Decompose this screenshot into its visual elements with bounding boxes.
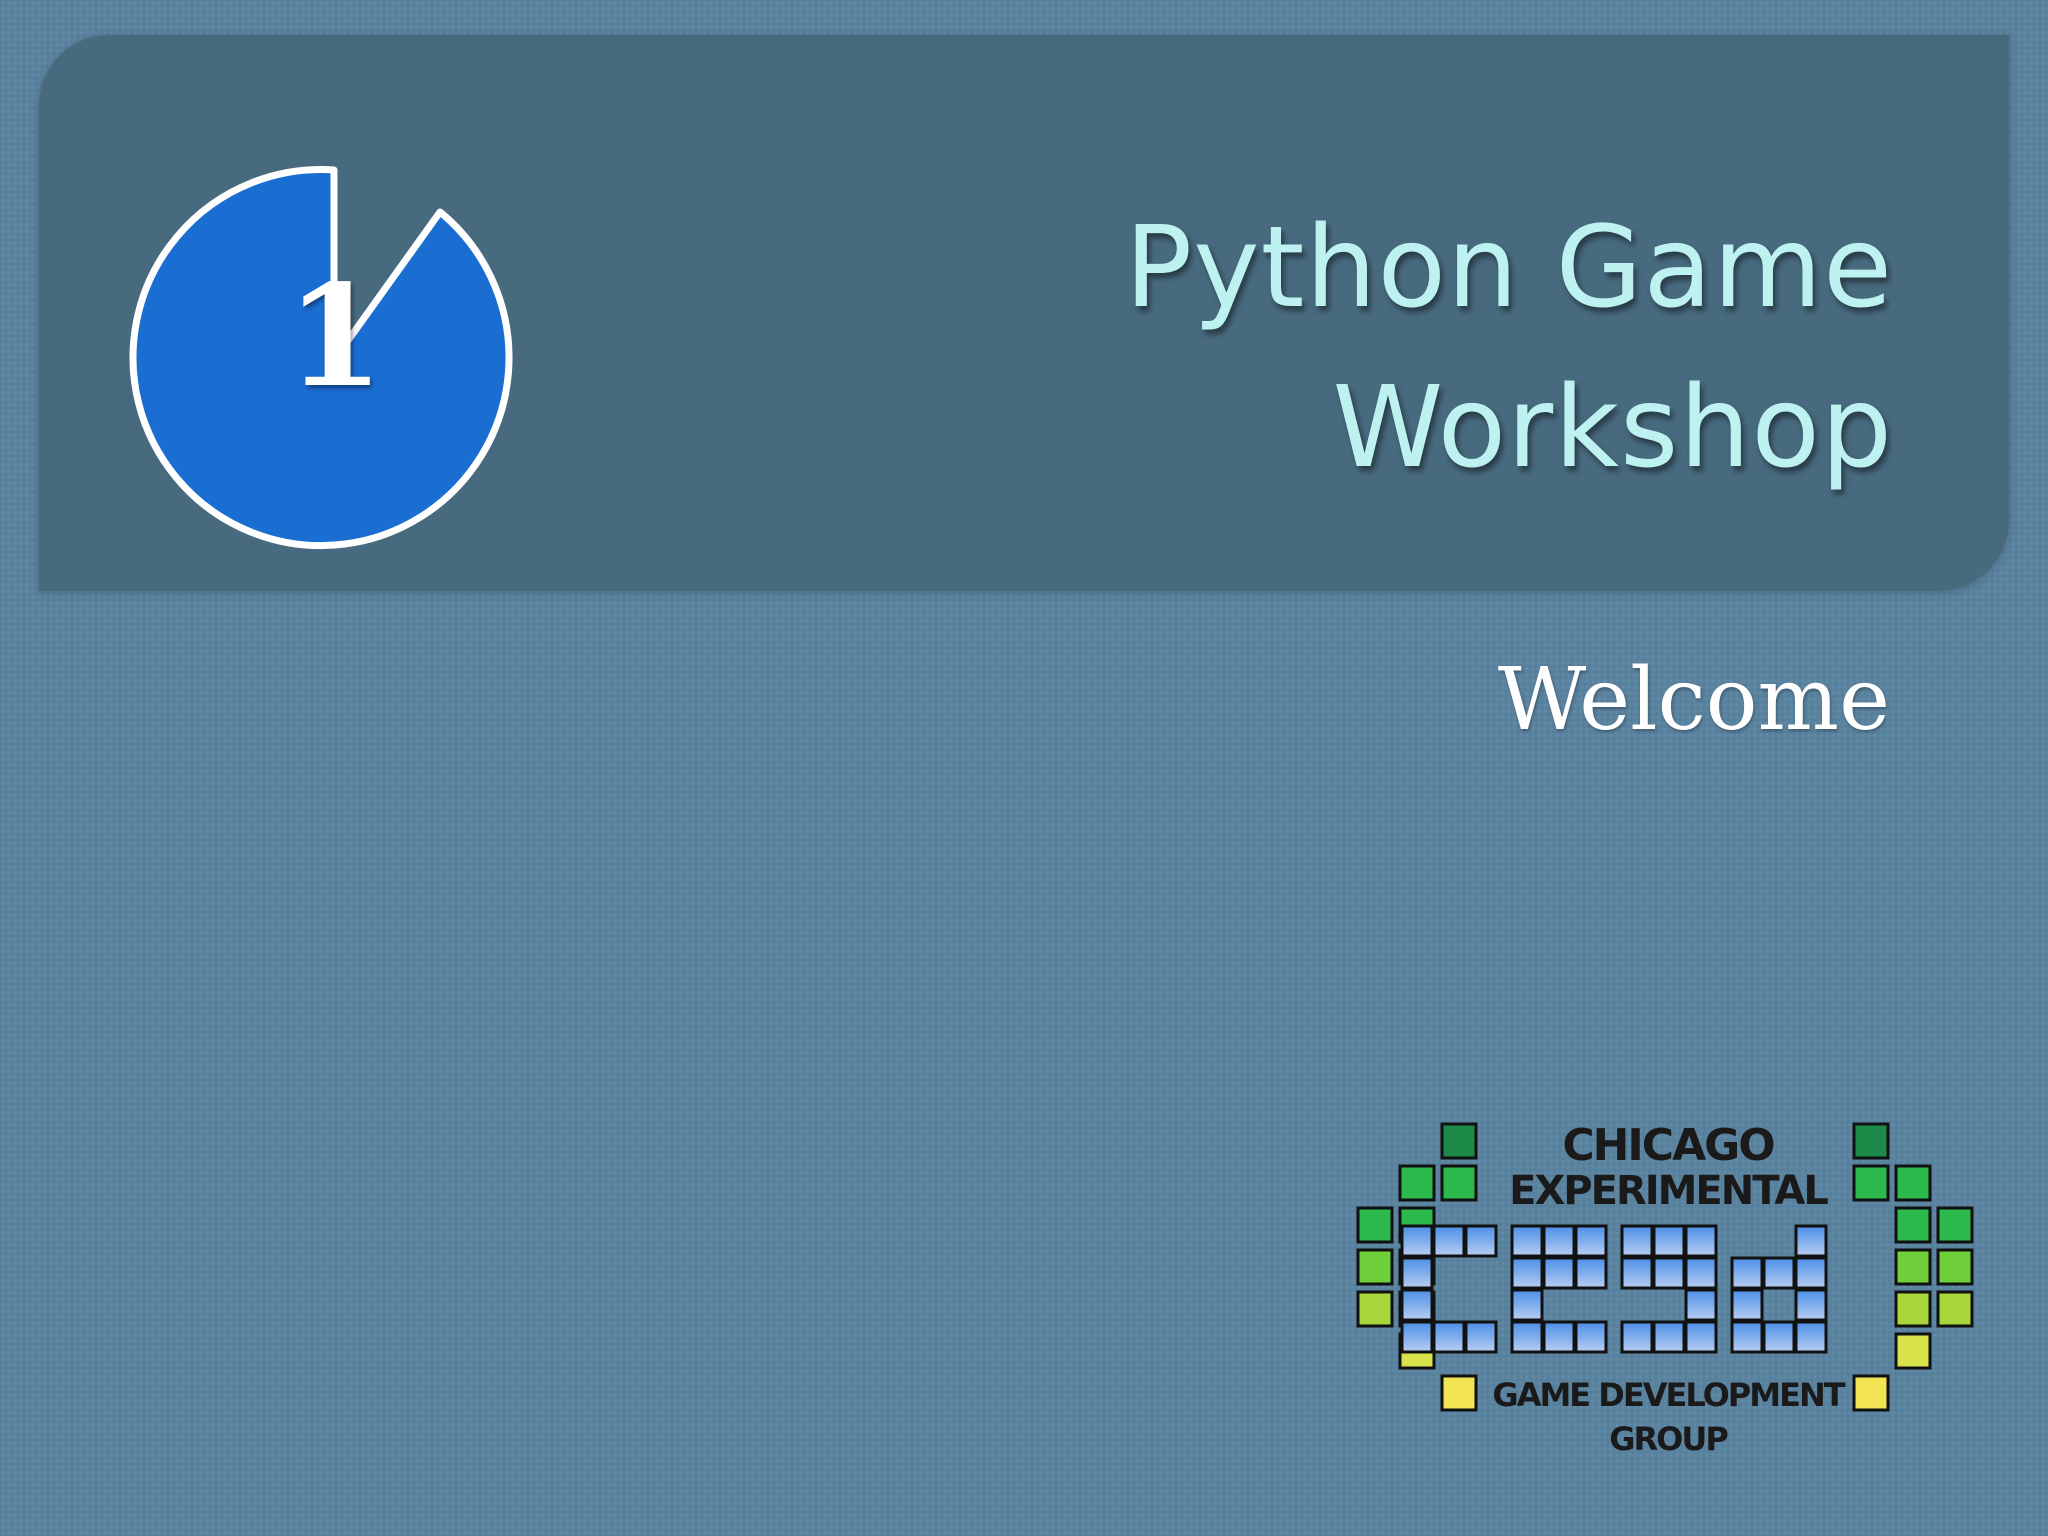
logo-letter-block [1464, 1320, 1498, 1354]
logo-letter-block [1684, 1256, 1718, 1290]
logo-letter-block [1542, 1224, 1576, 1258]
logo-letter-block [1620, 1320, 1654, 1354]
logo-text-experimental: EXPERIMENTAL [1509, 1168, 1828, 1214]
logo-letter-block [1400, 1256, 1434, 1290]
logo-letter-block [1574, 1256, 1608, 1290]
logo-block [1894, 1206, 1932, 1244]
logo-block [1356, 1206, 1394, 1244]
logo-letter-block [1730, 1288, 1764, 1322]
logo-cegd-letters [1400, 1224, 1828, 1354]
logo-letter-block [1542, 1256, 1576, 1290]
logo-letter-block [1652, 1320, 1686, 1354]
logo-letter-block [1652, 1256, 1686, 1290]
logo-block [1936, 1206, 1974, 1244]
logo-right-blocks [1852, 1122, 1974, 1412]
logo-letter-block [1794, 1320, 1828, 1354]
logo-letter-block [1794, 1256, 1828, 1290]
logo-block [1852, 1374, 1890, 1412]
logo-letter-block [1684, 1224, 1718, 1258]
logo-letter-block [1762, 1256, 1796, 1290]
logo-letter-block [1652, 1224, 1686, 1258]
logo-letter-block [1574, 1320, 1608, 1354]
logo-letter-block [1794, 1288, 1828, 1322]
logo-letter-block [1574, 1224, 1608, 1258]
logo-block [1894, 1248, 1932, 1286]
logo-letter-block [1510, 1320, 1544, 1354]
logo-letter-block [1510, 1256, 1544, 1290]
logo-letter-block [1400, 1320, 1434, 1354]
logo-letter-block [1542, 1320, 1576, 1354]
logo-letter-block [1510, 1288, 1544, 1322]
logo-letter-block [1432, 1320, 1466, 1354]
logo-block [1894, 1164, 1932, 1202]
chapter-number: 1 [286, 255, 384, 419]
logo-block [1852, 1122, 1890, 1160]
logo-letter-block [1730, 1320, 1764, 1354]
logo-text-game-development: GAME DEVELOPMENT [1492, 1376, 1845, 1414]
logo-letter-block [1730, 1256, 1764, 1290]
logo-letter-block [1684, 1288, 1718, 1322]
logo-block [1356, 1290, 1394, 1328]
slide: 1 Python Game Workshop Welcome CHICAGO E… [0, 0, 2048, 1536]
slide-subtitle: Welcome [1497, 650, 1890, 750]
logo-block [1936, 1290, 1974, 1328]
logo-letter-block [1684, 1320, 1718, 1354]
logo-block [1440, 1122, 1478, 1160]
logo-text-group: GROUP [1609, 1420, 1728, 1458]
logo-letter-block [1510, 1224, 1544, 1258]
logo-block [1440, 1164, 1478, 1202]
title-line-1: Python Game [1124, 203, 1893, 333]
logo-block [1894, 1290, 1932, 1328]
logo-letter-block [1400, 1288, 1434, 1322]
logo-block [1936, 1248, 1974, 1286]
title-line-2: Workshop [1332, 363, 1893, 493]
logo-letter-block [1794, 1224, 1828, 1258]
logo-letter-block [1762, 1320, 1796, 1354]
cegd-logo: CHICAGO EXPERIMENTAL GAME DEVELOPMENT GR… [1352, 1114, 1976, 1464]
logo-letter-block [1432, 1224, 1466, 1258]
logo-block [1440, 1374, 1478, 1412]
logo-letter-block [1620, 1224, 1654, 1258]
logo-block [1852, 1164, 1890, 1202]
logo-block [1398, 1164, 1436, 1202]
logo-letter-block [1464, 1224, 1498, 1258]
logo-block [1356, 1248, 1394, 1286]
logo-block [1894, 1332, 1932, 1370]
logo-letter-block [1620, 1256, 1654, 1290]
logo-text-chicago: CHICAGO [1562, 1120, 1774, 1171]
slide-title: Python Game Workshop [793, 188, 1893, 508]
logo-letter-block [1400, 1224, 1434, 1258]
